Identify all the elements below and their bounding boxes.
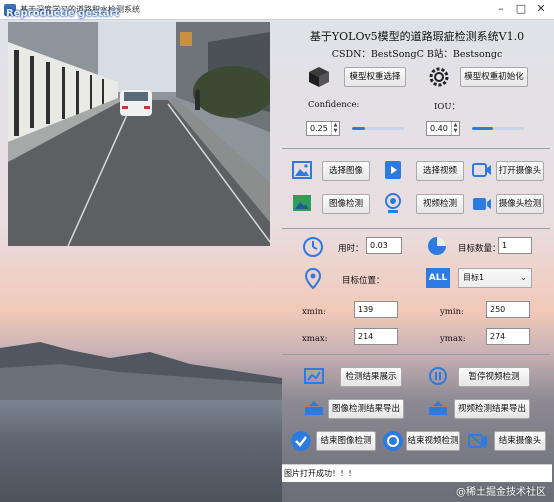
control-panel: 基于YOLOv5模型的道路瑕疵检测系统V1.0 CSDN：BestSongC B… [282, 20, 552, 482]
time-value-field: 0.03 [366, 237, 402, 254]
author-info: CSDN：BestSongC B站：Bestsongc [331, 49, 503, 60]
export-image-result-button[interactable]: 图像检测结果导出 [328, 399, 404, 419]
recording-overlay-text: Reproductie gestart [6, 8, 120, 19]
target-select-value: 目标1 [463, 273, 485, 282]
video-file-icon [385, 161, 401, 179]
camera-off-icon [468, 433, 487, 449]
export-video-result-button[interactable]: 视频检测结果导出 [454, 399, 530, 419]
camera-detect-icon [473, 198, 491, 210]
separator [282, 228, 550, 229]
select-image-button[interactable]: 选择图像 [322, 161, 370, 181]
xmax-field: 214 [354, 328, 398, 345]
image-detect-button[interactable]: 图像检测 [322, 194, 370, 214]
pause-video-button[interactable]: 暂停视频检测 [458, 367, 530, 387]
location-pin-icon [304, 268, 322, 290]
iou-slider[interactable] [472, 127, 524, 130]
chart-icon [304, 368, 324, 384]
all-targets-icon: ALL [426, 268, 450, 288]
close-button[interactable]: ✕ [532, 2, 550, 17]
pie-chart-icon [428, 237, 446, 255]
spin-arrows-icon[interactable]: ▲ ▼ [451, 122, 459, 135]
export-image-icon [305, 401, 323, 415]
image-detect-icon [293, 195, 311, 211]
select-video-button[interactable]: 选择视频 [416, 161, 464, 181]
settings-icon [429, 67, 449, 87]
iou-label: IOU： [434, 102, 460, 112]
end-camera-button[interactable]: 结束摄像头 [494, 431, 546, 451]
ymin-field: 250 [486, 301, 530, 318]
maximize-button[interactable]: □ [512, 2, 530, 17]
background-mountains [0, 342, 282, 408]
end-video-detect-button[interactable]: 结束视频检测 [406, 431, 460, 451]
minimize-button[interactable]: – [492, 2, 510, 17]
separator [282, 354, 550, 355]
target-count-label: 目标数量： [458, 244, 501, 254]
separator [282, 148, 550, 149]
window-titlebar: 基于深度学习的道路积水检测系统 Reproductie gestart – □ … [0, 0, 554, 20]
ymax-field: 274 [486, 328, 530, 345]
iou-slider-fill [472, 127, 493, 130]
xmin-field: 139 [354, 301, 398, 318]
iou-spinbox[interactable]: 0.40 ▲ ▼ [426, 121, 460, 136]
ymax-label: ymax: [440, 334, 466, 344]
check-circle-icon [291, 431, 311, 451]
model-init-button[interactable]: 模型权重初始化 [460, 67, 528, 87]
image-display [8, 22, 270, 246]
confidence-slider[interactable] [352, 127, 404, 130]
target-select-dropdown[interactable]: 目标1 ⌄ [458, 268, 532, 288]
webcam-icon [385, 193, 401, 213]
stop-icon [383, 431, 403, 451]
target-position-label: 目标位置： [342, 276, 385, 286]
confidence-label: Confidence: [308, 100, 360, 110]
video-detect-button[interactable]: 视频检测 [416, 194, 464, 214]
ymin-label: ymin: [440, 307, 464, 317]
road-scene-image [8, 22, 270, 246]
camera-detect-button[interactable]: 摄像头检测 [496, 194, 544, 214]
background-sea [0, 400, 282, 502]
clock-icon [303, 237, 323, 257]
iou-value: 0.40 [430, 124, 448, 133]
model-select-button[interactable]: 模型权重选择 [344, 67, 406, 87]
confidence-value: 0.25 [310, 124, 328, 133]
end-image-detect-button[interactable]: 结束图像检测 [316, 431, 376, 451]
watermark-text: @稀土掘金技术社区 [456, 487, 546, 498]
xmin-label: xmin: [302, 307, 326, 317]
pause-icon [429, 367, 447, 385]
image-icon [292, 161, 312, 179]
app-title: 基于YOLOv5模型的道路瑕疵检测系统V1.0 [309, 30, 525, 43]
xmax-label: xmax: [302, 334, 328, 344]
spin-arrows-icon[interactable]: ▲ ▼ [331, 122, 339, 135]
open-camera-button[interactable]: 打开摄像头 [496, 161, 544, 181]
export-video-icon [429, 401, 447, 415]
confidence-spinbox[interactable]: 0.25 ▲ ▼ [306, 121, 340, 136]
confidence-slider-fill [352, 127, 365, 130]
camera-icon [472, 163, 491, 177]
status-bar: 图片打开成功！！！ [282, 464, 552, 482]
show-result-button[interactable]: 检测结果展示 [340, 367, 402, 387]
chevron-down-icon: ⌄ [520, 273, 527, 282]
target-count-field: 1 [498, 237, 532, 254]
time-label: 用时： [338, 244, 364, 254]
cube-icon [309, 67, 329, 87]
